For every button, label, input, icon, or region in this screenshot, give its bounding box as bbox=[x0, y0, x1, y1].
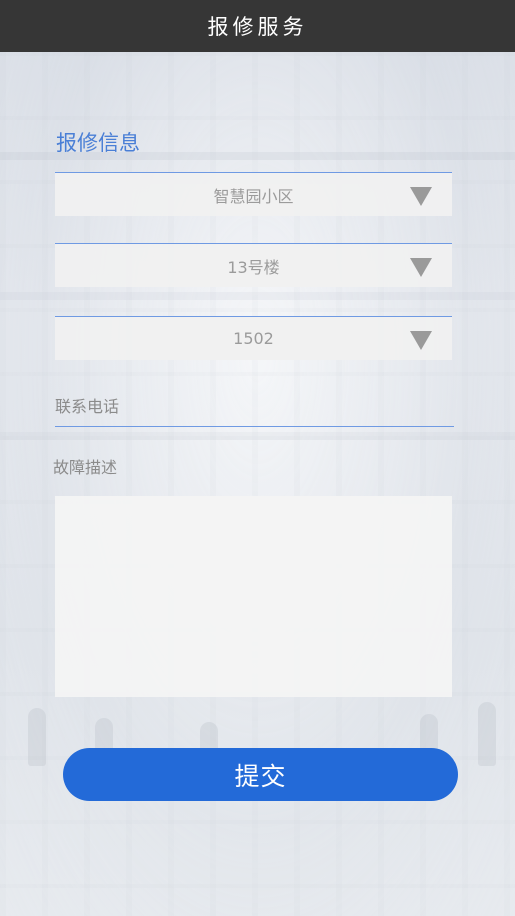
building-select[interactable]: 13号楼 bbox=[55, 243, 452, 287]
title-bar: 报修服务 bbox=[0, 0, 515, 52]
triangle-down-icon bbox=[410, 187, 432, 206]
section-title: 报修信息 bbox=[56, 131, 140, 155]
submit-button[interactable]: 提交 bbox=[63, 748, 458, 801]
community-value: 智慧园小区 bbox=[213, 186, 294, 206]
room-select[interactable]: 1502 bbox=[55, 316, 452, 360]
community-select[interactable]: 智慧园小区 bbox=[55, 172, 452, 216]
triangle-down-icon bbox=[410, 258, 432, 277]
repair-service-screen: 报修服务 报修信息 智慧园小区 13号楼 1502 联系电话 故障描述 提交 bbox=[0, 0, 515, 916]
page-title: 报修服务 bbox=[207, 15, 308, 39]
room-value: 1502 bbox=[233, 329, 274, 348]
phone-field[interactable]: 联系电话 bbox=[55, 393, 454, 427]
triangle-down-icon bbox=[410, 331, 432, 350]
description-label: 故障描述 bbox=[53, 458, 118, 477]
building-value: 13号楼 bbox=[227, 257, 280, 277]
submit-label: 提交 bbox=[234, 761, 287, 791]
phone-placeholder: 联系电话 bbox=[55, 397, 120, 416]
description-textarea[interactable] bbox=[55, 496, 452, 697]
